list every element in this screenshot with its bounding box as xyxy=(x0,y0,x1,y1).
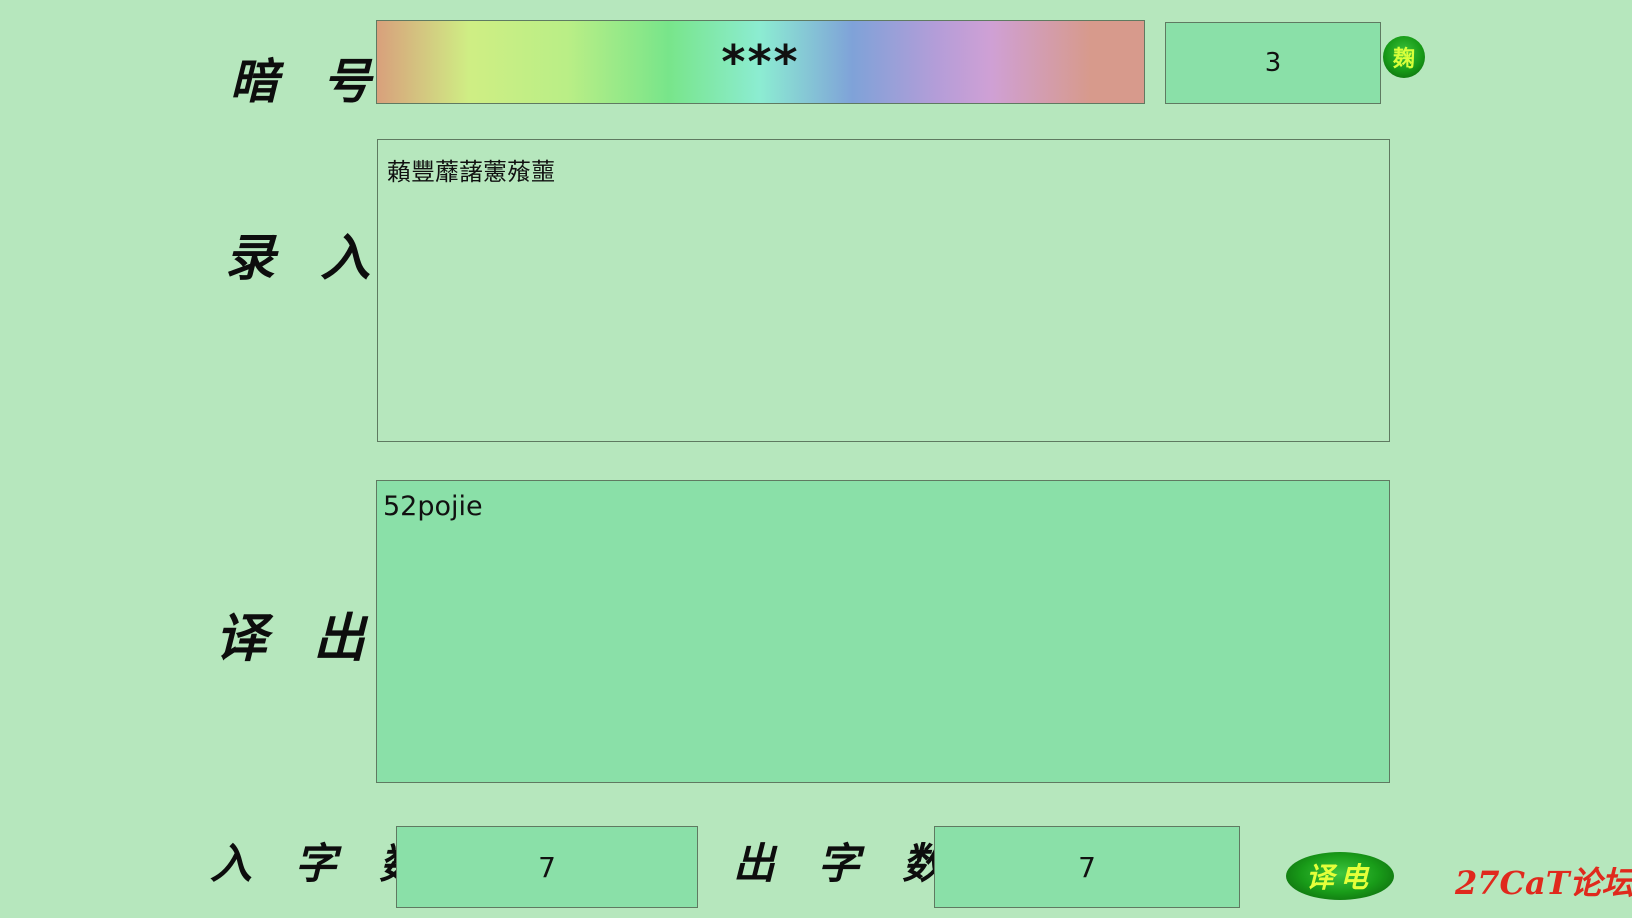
output-count-field[interactable]: 7 xyxy=(934,826,1240,908)
round-action-button[interactable]: 麹 xyxy=(1383,36,1425,78)
key-number-field[interactable]: 3 xyxy=(1165,22,1381,104)
code-field[interactable]: *** xyxy=(376,20,1145,104)
input-textarea[interactable]: 藾豐蘼藷藼蕵蘁 xyxy=(377,139,1390,442)
translate-button[interactable]: 译电 xyxy=(1286,852,1394,900)
input-count-field[interactable]: 7 xyxy=(396,826,698,908)
watermark-text: 27CaT论坛 xyxy=(1455,864,1632,902)
output-textarea[interactable]: 52pojie xyxy=(376,480,1390,783)
input-label: 录 入 xyxy=(225,228,385,287)
code-label: 暗 号 xyxy=(230,54,385,110)
output-count-label: 出 字 数 xyxy=(733,839,959,888)
output-label: 译 出 xyxy=(215,608,380,669)
